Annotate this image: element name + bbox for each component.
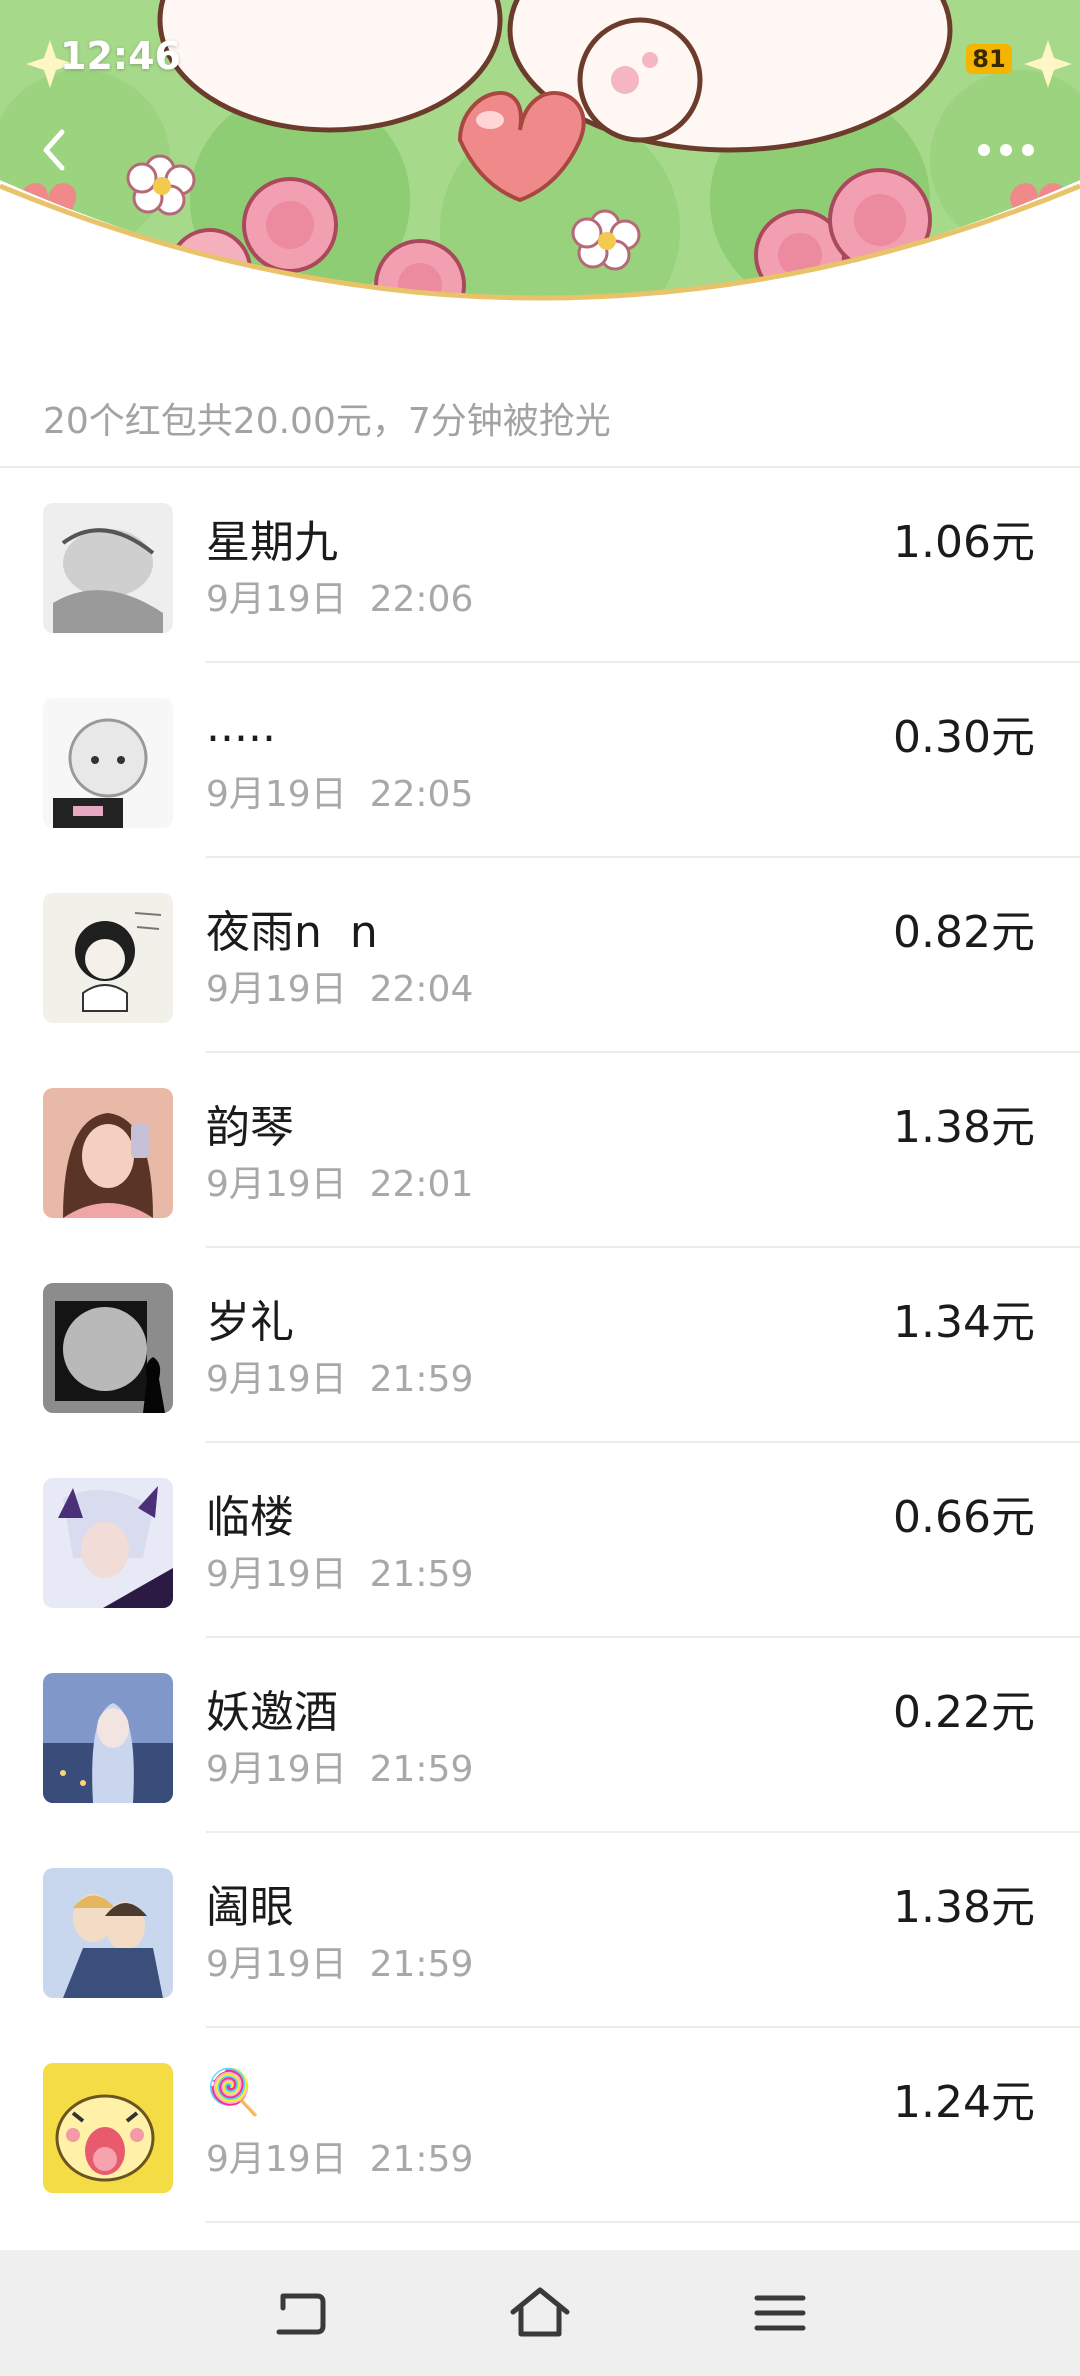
avatar[interactable] <box>43 698 173 828</box>
chevron-left-icon <box>43 129 65 171</box>
recipient-row[interactable]: 临楼 9月19日 21:59 0.66元 <box>0 1443 1080 1638</box>
claim-time: 9月19日 22:04 <box>206 969 474 1010</box>
battery-level: 81 <box>966 44 1012 74</box>
system-navigation-bar <box>0 2250 1080 2376</box>
avatar[interactable] <box>43 2063 173 2193</box>
claim-time: 9月19日 22:05 <box>206 774 474 815</box>
recipient-row[interactable]: 夜雨n n 9月19日 22:04 0.82元 <box>0 858 1080 1053</box>
nav-home-button[interactable] <box>505 2278 575 2348</box>
nav-back-button[interactable] <box>265 2278 335 2348</box>
recipient-row[interactable]: 岁礼 9月19日 21:59 1.34元 <box>0 1248 1080 1443</box>
home-icon <box>510 2287 570 2337</box>
claim-time: 9月19日 21:59 <box>206 1944 474 1985</box>
recipient-row[interactable]: ..... 9月19日 22:05 0.30元 <box>0 663 1080 858</box>
claim-amount: 1.34元 <box>893 1297 1035 1348</box>
claim-amount: 1.24元 <box>893 2077 1035 2128</box>
claim-time: 9月19日 21:59 <box>206 1359 474 1400</box>
avatar[interactable] <box>43 1088 173 1218</box>
avatar[interactable] <box>43 1478 173 1608</box>
recipient-name: 韵琴 <box>206 1102 294 1153</box>
red-packet-summary: 20个红包共20.00元，7分钟被抢光 <box>43 401 611 442</box>
recipient-name: 阖眼 <box>206 1882 294 1933</box>
status-time: 12:46 <box>60 34 181 78</box>
claim-amount: 0.22元 <box>893 1687 1035 1738</box>
nav-menu-button[interactable] <box>745 2278 815 2348</box>
avatar[interactable] <box>43 1868 173 1998</box>
menu-icon <box>754 2295 806 2331</box>
more-button[interactable] <box>970 128 1050 172</box>
recipient-name: 星期九 <box>206 517 338 568</box>
recipient-name: 夜雨n n <box>206 907 378 958</box>
claim-amount: 1.38元 <box>893 1102 1035 1153</box>
recipient-name: 🍭 <box>206 2067 261 2118</box>
recipient-row[interactable]: 星期九 9月19日 22:06 1.06元 <box>0 468 1080 663</box>
claim-time: 9月19日 22:06 <box>206 579 474 620</box>
claim-time: 9月19日 22:01 <box>206 1164 474 1205</box>
avatar[interactable] <box>43 503 173 633</box>
more-dots-icon <box>978 144 1034 156</box>
divider <box>206 2221 1080 2223</box>
recipient-row[interactable]: 韵琴 9月19日 22:01 1.38元 <box>0 1053 1080 1248</box>
recipient-name: 岁礼 <box>206 1297 294 1348</box>
recipient-row[interactable]: 妖邀酒 9月19日 21:59 0.22元 <box>0 1638 1080 1833</box>
claim-amount: 0.82元 <box>893 907 1035 958</box>
claim-amount: 0.66元 <box>893 1492 1035 1543</box>
avatar[interactable] <box>43 1283 173 1413</box>
recipient-list: 星期九 9月19日 22:06 1.06元 ..... 9月19日 22:05 … <box>0 468 1080 2223</box>
status-bar: 12:46 81 <box>0 0 1080 110</box>
claim-amount: 1.06元 <box>893 517 1035 568</box>
recipient-row[interactable]: 阖眼 9月19日 21:59 1.38元 <box>0 1833 1080 2028</box>
back-button[interactable] <box>26 120 86 180</box>
claim-amount: 0.30元 <box>893 712 1035 763</box>
claim-amount: 1.38元 <box>893 1882 1035 1933</box>
avatar[interactable] <box>43 1673 173 1803</box>
recipient-name: 临楼 <box>206 1492 294 1543</box>
claim-time: 9月19日 21:59 <box>206 2139 474 2180</box>
claim-time: 9月19日 21:59 <box>206 1749 474 1790</box>
recipient-name: ..... <box>206 701 276 752</box>
return-icon <box>276 2293 326 2335</box>
red-packet-detail-screen: 12:46 81 20个红包共20.00元，7分钟被抢光 星期九 9月19日 2… <box>0 0 1080 2376</box>
claim-time: 9月19日 21:59 <box>206 1554 474 1595</box>
recipient-name: 妖邀酒 <box>206 1687 338 1738</box>
avatar[interactable] <box>43 893 173 1023</box>
recipient-row[interactable]: 🍭 9月19日 21:59 1.24元 <box>0 2028 1080 2223</box>
